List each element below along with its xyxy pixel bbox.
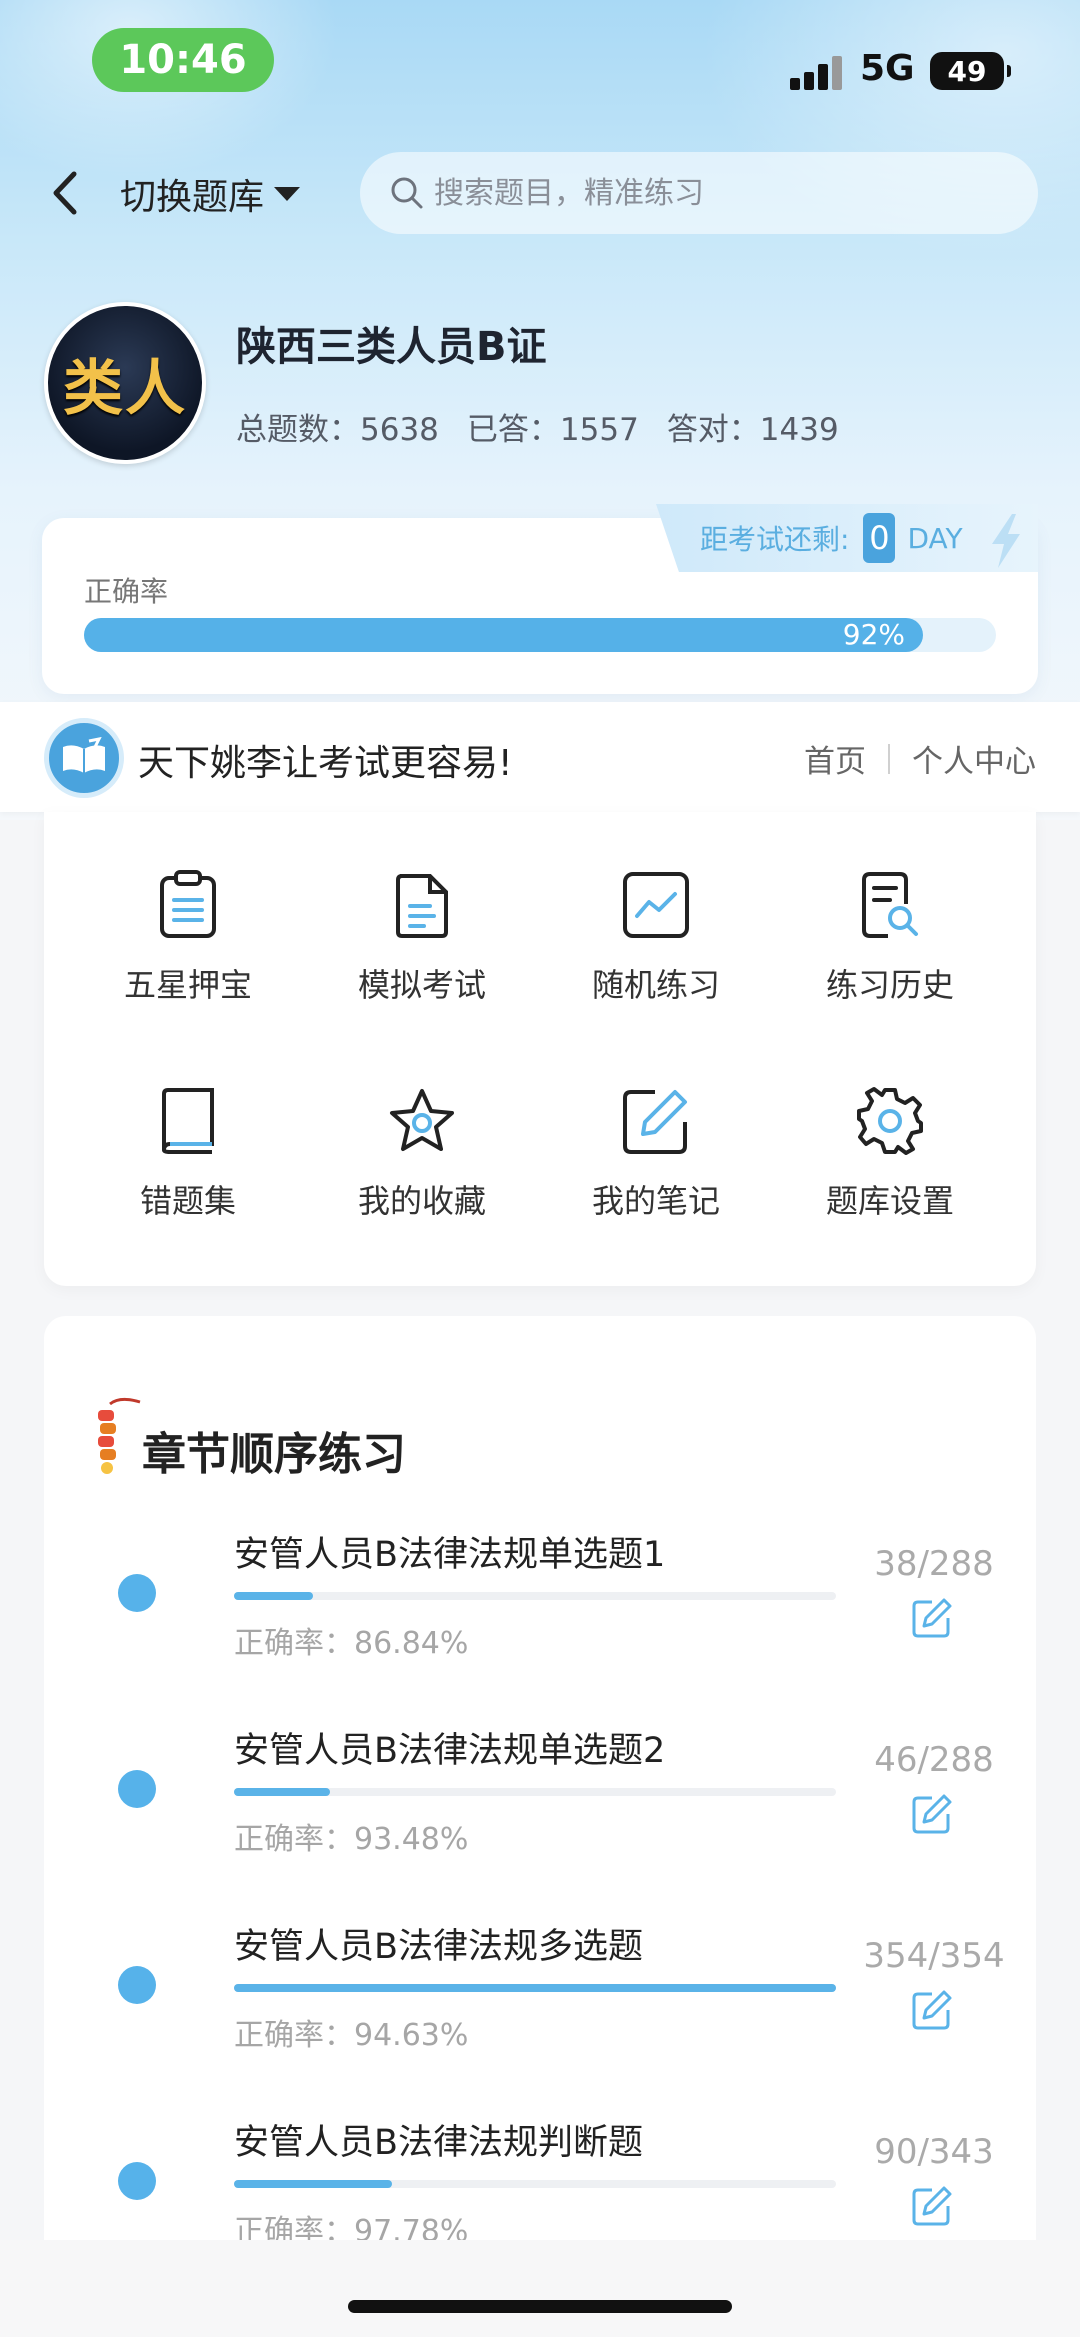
- book-icon: [162, 1088, 214, 1154]
- answered-count: 已答：1557: [466, 412, 639, 448]
- profile-center-link[interactable]: 个人中心: [912, 736, 1036, 781]
- chapter-accuracy: 正确率：94.63%: [234, 2018, 469, 2053]
- bottom-safe-area: [0, 2240, 1080, 2337]
- correct-count: 答对：1439: [666, 412, 839, 448]
- document-icon: [396, 874, 448, 938]
- chapter-count: 90/343: [874, 2132, 994, 2172]
- chapter-accuracy: 正确率：86.84%: [234, 1626, 469, 1661]
- search-input[interactable]: [434, 175, 994, 211]
- accuracy-percent: 92%: [842, 618, 906, 651]
- switch-bank-button[interactable]: 切换题库: [120, 168, 301, 220]
- countdown-label: 距考试还剩:: [700, 523, 850, 556]
- back-arrow-icon[interactable]: [46, 168, 86, 218]
- star-icon: [390, 1089, 454, 1151]
- chart-icon: [623, 872, 689, 938]
- bank-stats: 总题数：5638 已答：1557 答对：1439: [236, 404, 839, 449]
- edit-icon[interactable]: [910, 1988, 954, 2032]
- function-item-practice-history[interactable]: 练习历史: [790, 870, 990, 1006]
- countdown-days: 0: [863, 513, 896, 563]
- book-logo-icon: [44, 718, 124, 798]
- chapter-title: 安管人员B法律法规判断题: [234, 2123, 644, 2163]
- battery-level: 49: [947, 54, 987, 88]
- chapter-progress-bar: [234, 1984, 836, 1992]
- chapter-progress-fill: [234, 2180, 392, 2188]
- chapter-count: 354/354: [863, 1936, 1005, 1976]
- link-divider: [888, 743, 890, 774]
- chapter-accuracy: 正确率：93.48%: [234, 1822, 469, 1857]
- function-item-favorites[interactable]: 我的收藏: [322, 1086, 522, 1222]
- chapter-count: 38/288: [874, 1544, 994, 1584]
- note-edit-icon: [623, 1090, 687, 1154]
- slogan-banner: 天下姚李让考试更容易! 首页 个人中心: [0, 702, 1080, 812]
- chapter-section-title: 章节顺序练习: [142, 1429, 406, 1480]
- function-item-mock-exam[interactable]: 模拟考试: [322, 870, 522, 1006]
- function-item-random-practice[interactable]: 随机练习: [556, 870, 756, 1006]
- chapter-row[interactable]: 安管人员B法律法规单选题1 正确率：86.84% 38/288: [0, 1510, 1080, 1706]
- signal-icon: [790, 54, 846, 90]
- chapter-progress-bar: [234, 2180, 836, 2188]
- status-time: 10:46: [92, 28, 274, 92]
- edit-icon[interactable]: [910, 1792, 954, 1836]
- search-bar[interactable]: [360, 152, 1038, 234]
- home-indicator[interactable]: [348, 2300, 732, 2313]
- edit-icon[interactable]: [910, 1596, 954, 1640]
- slogan-text: 天下姚李让考试更容易!: [138, 743, 513, 784]
- function-label: 模拟考试: [357, 966, 486, 1004]
- chapter-title: 安管人员B法律法规单选题1: [234, 1535, 666, 1575]
- chapter-row[interactable]: 安管人员B法律法规多选题 正确率：94.63% 354/354: [0, 1902, 1080, 2098]
- function-label: 我的笔记: [591, 1182, 720, 1220]
- exam-countdown: 距考试还剩: 0 DAY: [656, 504, 1038, 572]
- chapter-count: 46/288: [874, 1740, 994, 1780]
- search-icon: [391, 177, 423, 209]
- chapter-row[interactable]: 安管人员B法律法规单选题2 正确率：93.48% 46/288: [0, 1706, 1080, 1902]
- bullet-dot: [118, 1574, 156, 1612]
- function-item-five-star[interactable]: 五星押宝: [88, 870, 288, 1006]
- function-label: 错题集: [139, 1182, 236, 1220]
- countdown-unit: DAY: [907, 521, 963, 555]
- function-label: 我的收藏: [357, 1182, 486, 1220]
- function-label: 随机练习: [591, 966, 720, 1004]
- banner-links: 首页 个人中心: [804, 736, 1036, 781]
- switch-bank-label: 切换题库: [120, 177, 265, 218]
- caret-down-icon: [274, 187, 301, 201]
- chapter-title: 安管人员B法律法规单选题2: [234, 1731, 666, 1771]
- accuracy-label: 正确率: [84, 575, 169, 608]
- avatar: 类人: [44, 302, 206, 464]
- home-link[interactable]: 首页: [804, 736, 866, 781]
- clipboard-icon: [160, 870, 216, 938]
- network-label: 5G: [860, 48, 915, 89]
- function-label: 练习历史: [825, 966, 954, 1004]
- chapter-title: 安管人员B法律法规多选题: [234, 1927, 644, 1967]
- chapter-progress-bar: [234, 1788, 836, 1796]
- chapter-progress-fill: [234, 1788, 331, 1796]
- total-count: 总题数：5638: [236, 412, 439, 448]
- gear-icon: [857, 1087, 923, 1155]
- lightning-icon: [992, 514, 1020, 568]
- function-item-wrong-questions[interactable]: 错题集: [88, 1086, 288, 1222]
- firecracker-icon: [98, 1397, 141, 1474]
- bank-title: 陕西三类人员B证: [236, 324, 547, 370]
- bullet-dot: [118, 1770, 156, 1808]
- function-item-bank-settings[interactable]: 题库设置: [790, 1086, 990, 1222]
- bullet-dot: [118, 1966, 156, 2004]
- edit-icon[interactable]: [910, 2184, 954, 2228]
- chapter-progress-fill: [234, 1984, 836, 1992]
- chapter-progress-bar: [234, 1592, 836, 1600]
- bullet-dot: [118, 2162, 156, 2200]
- function-item-notes[interactable]: 我的笔记: [556, 1086, 756, 1222]
- accuracy-progress-fill: 92%: [84, 618, 924, 652]
- function-label: 五星押宝: [123, 966, 252, 1004]
- chapter-progress-fill: [234, 1592, 314, 1600]
- avatar-text: 类人: [63, 353, 187, 424]
- function-label: 题库设置: [825, 1182, 954, 1220]
- history-search-icon: [862, 872, 918, 938]
- accuracy-progress-bar: 92%: [84, 618, 996, 652]
- battery-icon: 49: [930, 52, 1011, 90]
